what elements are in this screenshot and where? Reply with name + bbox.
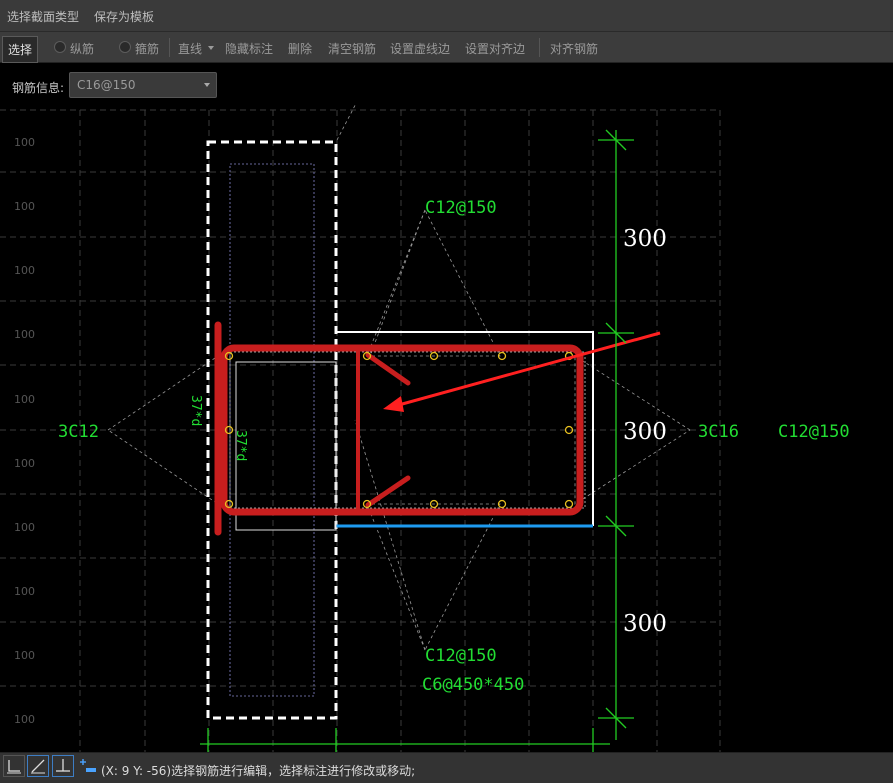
stirrup-radio[interactable] [119, 41, 131, 53]
longitudinal-label[interactable]: 纵筋 [70, 40, 94, 57]
set-align-edge-button[interactable]: 设置对齐边 [465, 40, 525, 57]
rebar-info-bar: 钢筋信息: C16@150 [0, 63, 893, 105]
chevron-down-icon[interactable] [208, 46, 214, 50]
chevron-down-icon [204, 83, 210, 87]
toolbar-separator [169, 38, 170, 57]
toolbar-separator [539, 38, 540, 57]
annotation-top-stirrup[interactable]: C12@150 [425, 198, 497, 218]
grid-snap-icon[interactable] [78, 756, 98, 776]
grid-label: 100 [14, 264, 35, 277]
annotation-anchor-length[interactable]: 37*d [233, 430, 248, 461]
dimension-lines [200, 129, 634, 752]
dimension-text-middle[interactable]: 300 [623, 419, 667, 445]
stirrup-label[interactable]: 箍筋 [135, 40, 159, 57]
clear-rebar-button[interactable]: 清空钢筋 [328, 40, 376, 57]
grid-label: 100 [14, 328, 35, 341]
rebar-annotations[interactable]: C12@150 3C12 3C16 C12@150 C12@150 C6@450… [58, 198, 850, 695]
annotation-anchor-length[interactable]: 37*d [188, 395, 203, 426]
select-button[interactable]: 选择 [2, 36, 39, 63]
annotation-bottom-tie[interactable]: C6@450*450 [422, 675, 524, 695]
grid-label: 100 [14, 713, 35, 726]
drawing-canvas[interactable]: 100 100 100 100 100 100 100 100 100 100 [0, 105, 893, 752]
grid-label: 100 [14, 393, 35, 406]
grid-label: 100 [14, 649, 35, 662]
annotation-right-stirrup[interactable]: C12@150 [778, 422, 850, 442]
annotation-right-rebar[interactable]: 3C16 [698, 422, 739, 442]
grid-label: 100 [14, 521, 35, 534]
stirrup-hook [365, 352, 411, 386]
rebar-info-value: C16@150 [77, 78, 136, 92]
perpendicular-snap-icon[interactable] [52, 755, 74, 777]
dimension-text-top[interactable]: 300 [623, 226, 667, 252]
dimension-text-bottom[interactable]: 300 [623, 611, 667, 637]
grid-label: 100 [14, 136, 35, 149]
menu-bar: 选择截面类型 保存为模板 [0, 0, 893, 32]
menu-section-type[interactable]: 选择截面类型 [7, 8, 79, 25]
longitudinal-radio[interactable] [54, 41, 66, 53]
polar-mode-icon[interactable] [27, 755, 49, 777]
hide-annotation-button[interactable]: 隐藏标注 [225, 40, 273, 57]
delete-button[interactable]: 删除 [288, 40, 312, 57]
toolbar: 选择 纵筋 箍筋 直线 隐藏标注 删除 清空钢筋 设置虚线边 设置对齐边 对齐钢… [0, 32, 893, 63]
rebar-info-select[interactable]: C16@150 [69, 72, 217, 98]
orthogonal-mode-icon[interactable] [3, 755, 25, 777]
align-rebar-button[interactable]: 对齐钢筋 [550, 40, 598, 57]
line-dropdown[interactable]: 直线 [178, 40, 202, 57]
status-bar: (X: 9 Y: -56)选择钢筋进行编辑，选择标注进行修改或移动; [0, 752, 893, 783]
grid-label: 100 [14, 585, 35, 598]
menu-save-template[interactable]: 保存为模板 [94, 8, 154, 25]
set-dashed-edge-button[interactable]: 设置虚线边 [390, 40, 450, 57]
status-text: (X: 9 Y: -56)选择钢筋进行编辑，选择标注进行修改或移动; [101, 764, 416, 778]
rebar-info-label: 钢筋信息: [12, 81, 65, 95]
annotation-bottom-stirrup[interactable]: C12@150 [425, 646, 497, 666]
dimension-texts[interactable]: 300 300 300 [623, 226, 667, 637]
grid-labels: 100 100 100 100 100 100 100 100 100 100 [14, 136, 35, 726]
grid-label: 100 [14, 457, 35, 470]
annotation-left-rebar[interactable]: 3C12 [58, 422, 99, 442]
grid-label: 100 [14, 200, 35, 213]
rebar-group[interactable] [214, 321, 584, 536]
